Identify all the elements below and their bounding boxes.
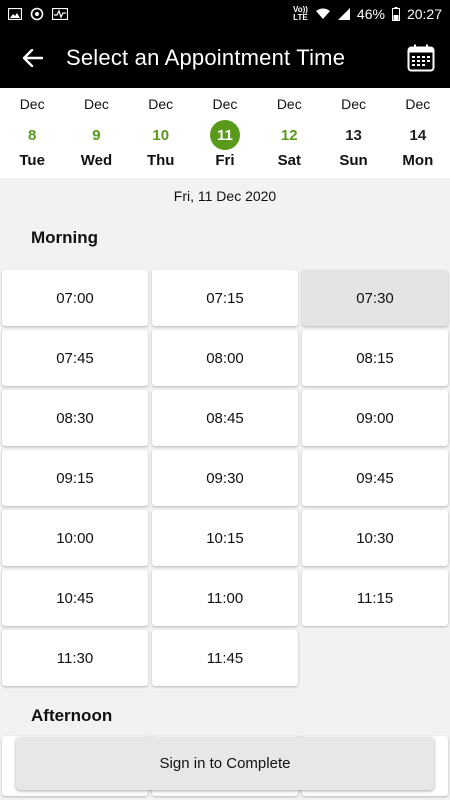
time-slot[interactable]: 09:15 <box>2 450 148 506</box>
morning-slot-grid: 07:00 07:15 07:30 07:45 08:00 08:15 08:3… <box>0 270 450 686</box>
activity-icon <box>52 8 68 20</box>
battery-icon <box>391 7 400 21</box>
time-slot[interactable]: 10:30 <box>302 510 448 566</box>
time-slot[interactable]: 09:30 <box>152 450 298 506</box>
back-button[interactable] <box>18 43 48 73</box>
date-fri-11-selected[interactable]: Dec 11 Fri <box>193 88 257 178</box>
day-month: Dec <box>341 96 366 112</box>
clock: 20:27 <box>406 6 442 22</box>
day-number: 14 <box>409 126 427 144</box>
date-sun-13[interactable]: Dec 13 Sun <box>321 88 385 178</box>
day-month: Dec <box>212 96 238 112</box>
day-weekday: Tue <box>19 152 45 169</box>
time-slot[interactable]: 08:00 <box>152 330 298 386</box>
date-sat-12[interactable]: Dec 12 Sat <box>257 88 321 178</box>
time-slot[interactable]: 09:00 <box>302 390 448 446</box>
day-weekday: Thu <box>146 152 175 169</box>
sync-icon <box>30 7 44 21</box>
day-number-selected: 11 <box>209 120 240 150</box>
selected-date: Fri, 11 Dec 2020 <box>173 188 277 204</box>
time-slot[interactable]: 11:30 <box>2 630 148 686</box>
day-weekday: Sun <box>339 152 368 169</box>
date-thu-10[interactable]: Dec 10 Thu <box>129 88 193 178</box>
date-mon-14[interactable]: Dec 14 Mon <box>386 88 450 178</box>
date-wed-9[interactable]: Dec 9 Wed <box>64 88 128 178</box>
day-weekday: Mon <box>402 152 434 169</box>
wifi-icon <box>315 8 331 20</box>
time-slot[interactable]: 10:15 <box>152 510 298 566</box>
status-left <box>8 7 68 21</box>
page-title: Select an Appointment Time <box>66 45 346 70</box>
status-right: Vo)) LTE 46% 20:27 <box>293 6 442 23</box>
time-slot[interactable]: 11:15 <box>302 570 448 626</box>
date-strip: Dec 8 Tue Dec 9 Wed Dec 10 Thu Dec 11 Fr… <box>0 88 450 178</box>
day-weekday: Wed <box>80 152 113 169</box>
calendar-button[interactable] <box>404 41 438 75</box>
time-slot[interactable]: 11:45 <box>152 630 298 686</box>
volte-bottom-label: LTE <box>293 13 308 22</box>
day-number: 8 <box>27 126 37 144</box>
time-slot[interactable]: 08:45 <box>152 390 298 446</box>
day-number: 10 <box>152 126 170 144</box>
back-arrow-icon <box>23 49 43 67</box>
day-month: Dec <box>276 96 302 112</box>
afternoon-title: Afternoon <box>31 706 113 725</box>
day-number: 13 <box>345 126 362 144</box>
day-weekday: Sat <box>277 152 301 169</box>
day-month: Dec <box>83 96 109 112</box>
time-slot[interactable]: 07:00 <box>2 270 148 326</box>
status-bar: Vo)) LTE 46% 20:27 <box>0 0 450 28</box>
calendar-icon <box>407 44 435 72</box>
morning-title: Morning <box>31 228 99 247</box>
signal-icon <box>337 8 350 20</box>
day-number: 9 <box>92 126 101 144</box>
sign-in-to-complete-button[interactable]: Sign in to Complete <box>16 737 434 790</box>
time-slot[interactable]: 07:15 <box>152 270 298 326</box>
time-slot[interactable]: 10:45 <box>2 570 148 626</box>
day-month: Dec <box>148 96 174 112</box>
time-slot[interactable]: 08:30 <box>2 390 148 446</box>
date-tue-8[interactable]: Dec 8 Tue <box>0 88 64 178</box>
battery-percent: 46% <box>356 6 385 22</box>
day-month: Dec <box>405 96 431 112</box>
day-weekday: Fri <box>215 152 235 169</box>
time-slot[interactable]: 10:00 <box>2 510 148 566</box>
time-slot[interactable]: 08:15 <box>302 330 448 386</box>
volte-indicator: Vo)) LTE <box>293 6 308 22</box>
time-slot[interactable]: 11:00 <box>152 570 298 626</box>
day-number: 12 <box>280 126 298 144</box>
time-slot[interactable]: 09:45 <box>302 450 448 506</box>
time-slot[interactable]: 07:45 <box>2 330 148 386</box>
day-month: Dec <box>19 96 45 112</box>
gallery-icon <box>8 8 22 20</box>
app-bar: Select an Appointment Time <box>0 28 450 88</box>
time-slot-highlighted[interactable]: 07:30 <box>302 270 448 326</box>
